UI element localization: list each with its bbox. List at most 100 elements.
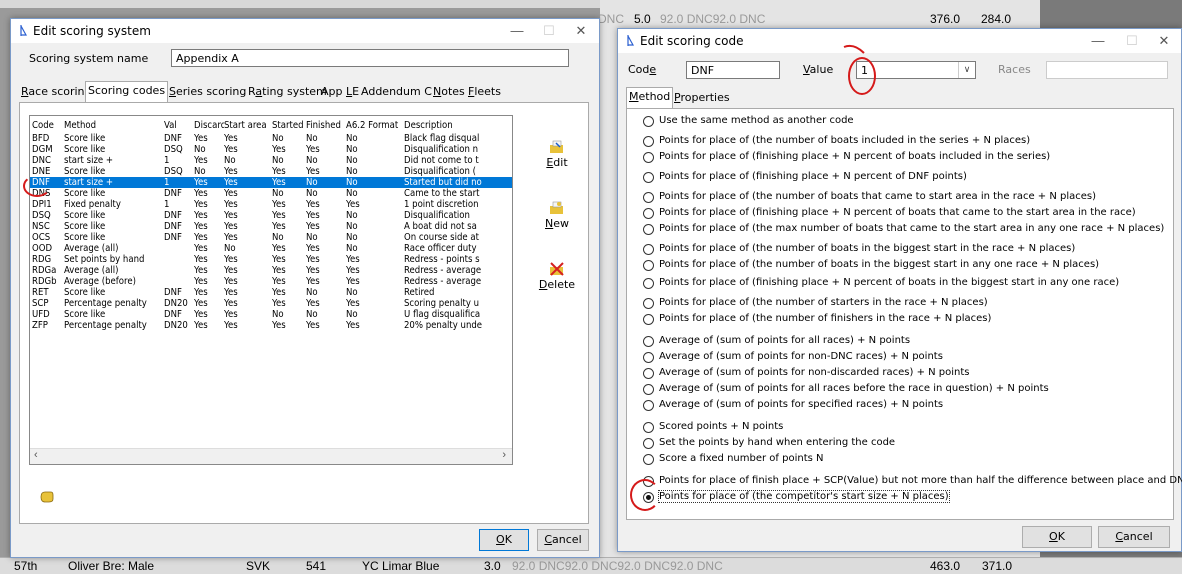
minimize-button[interactable]: — xyxy=(503,21,531,41)
tab-race-scoring[interactable]: Race scoring xyxy=(19,83,94,101)
table-cell: 1 xyxy=(164,155,170,166)
tab-method[interactable]: Method xyxy=(626,87,674,108)
radio-button[interactable] xyxy=(643,384,654,395)
table-row[interactable]: UFD Score like DNF Yes Yes No No No U flag disqu… xyxy=(30,309,512,320)
column-header[interactable]: A6.2 Format xyxy=(346,120,404,131)
table-cell: No xyxy=(194,166,206,177)
table-row[interactable]: OOD Average (all) Yes No Yes Yes No Race office… xyxy=(30,243,512,254)
table-row[interactable]: RET Score like DNF Yes Yes Yes No No Retired xyxy=(30,287,512,298)
background-top-values: DNC 5.0 92.0 DNC92.0 DNC 376.0 284.0 xyxy=(598,12,1182,28)
chevron-down-icon[interactable]: ∨ xyxy=(958,62,975,78)
table-row[interactable]: SCP Percentage penalty DN20 Yes Yes Yes Yes Yes… xyxy=(30,298,512,309)
table-row[interactable]: DPI1 Fixed penalty 1 Yes Yes Yes Yes Yes 1 point… xyxy=(30,199,512,210)
column-header[interactable]: Method xyxy=(64,120,164,131)
table-cell: Yes xyxy=(272,199,286,210)
edit-button[interactable]: Edit xyxy=(537,139,577,169)
radio-button[interactable] xyxy=(643,136,654,147)
table-row[interactable]: DNC start size + 1 Yes No No No No Did not come … xyxy=(30,155,512,166)
left-ok-button[interactable]: OK xyxy=(479,529,529,551)
column-header[interactable]: Description xyxy=(404,120,512,131)
tab-app-le[interactable]: App LE xyxy=(319,83,361,101)
delete-button[interactable]: Delete xyxy=(537,261,577,291)
radio-button[interactable] xyxy=(643,422,654,433)
table-row[interactable]: RDG Set points by hand Yes Yes Yes Yes Yes Redr… xyxy=(30,254,512,265)
table-row[interactable]: RDGa Average (all) Yes Yes Yes Yes Yes Redress … xyxy=(30,265,512,276)
radio-button[interactable] xyxy=(643,400,654,411)
right-ok-button[interactable]: OK xyxy=(1022,526,1092,548)
radio-button[interactable] xyxy=(643,260,654,271)
column-header[interactable]: Start area xyxy=(224,120,272,131)
left-cancel-button[interactable]: Cancel xyxy=(537,529,589,551)
maximize-button[interactable]: ☐ xyxy=(535,21,563,41)
scroll-left-icon[interactable]: ‹ xyxy=(34,449,38,461)
radio-button[interactable] xyxy=(643,314,654,325)
system-name-input[interactable]: Appendix A xyxy=(171,49,569,67)
right-cancel-button[interactable]: Cancel xyxy=(1098,526,1170,548)
table-row[interactable]: DNS Score like DNF Yes Yes No No No Came to the … xyxy=(30,188,512,199)
radio-button[interactable] xyxy=(643,224,654,235)
maximize-button[interactable]: ☐ xyxy=(1118,31,1146,51)
table-cell: Yes xyxy=(306,144,320,155)
table-cell: Scoring penalty u xyxy=(404,298,480,309)
table-cell: Yes xyxy=(224,177,238,188)
table-row[interactable]: ZFP Percentage penalty DN20 Yes Yes Yes Yes Yes… xyxy=(30,320,512,331)
radio-button[interactable] xyxy=(643,336,654,347)
radio-button[interactable] xyxy=(643,454,654,465)
horizontal-scrollbar[interactable]: ‹ › xyxy=(30,448,512,464)
table-row[interactable]: RDGb Average (before) Yes Yes Yes Yes Yes Redre… xyxy=(30,276,512,287)
table-cell: Yes xyxy=(272,276,286,287)
column-header[interactable]: Started xyxy=(272,120,306,131)
radio-button[interactable] xyxy=(643,244,654,255)
tab-addendum-c[interactable]: Addendum C xyxy=(359,83,434,101)
radio-button[interactable] xyxy=(643,116,654,127)
table-cell: Yes xyxy=(306,265,320,276)
close-button[interactable]: ✕ xyxy=(567,21,595,41)
table-row[interactable]: NSC Score like DNF Yes Yes Yes Yes No A boat did… xyxy=(30,221,512,232)
bg-net: 371.0 xyxy=(982,559,1013,573)
table-cell: RDG xyxy=(32,254,52,265)
tab-notes[interactable]: Notes xyxy=(431,83,467,101)
table-cell: A boat did not sa xyxy=(404,221,477,232)
radio-button[interactable] xyxy=(643,368,654,379)
sail-icon xyxy=(20,25,27,36)
value-label: Value xyxy=(803,63,834,76)
radio-button[interactable] xyxy=(643,352,654,363)
radio-button[interactable] xyxy=(643,172,654,183)
radio-button[interactable] xyxy=(643,152,654,163)
bg-val3: 376.0 xyxy=(930,12,961,26)
table-row[interactable]: DNF start size +1 Yes Yes Yes No No Started but… xyxy=(30,177,512,188)
table-row[interactable]: BFD Score like DNF Yes Yes No No No Black flag d… xyxy=(30,133,512,144)
table-row[interactable]: OCS Score like DNF Yes Yes No No No On course si… xyxy=(30,232,512,243)
new-button[interactable]: New xyxy=(537,200,577,230)
tab-scoring-codes[interactable]: Scoring codes xyxy=(85,81,169,102)
bg-total: 463.0 xyxy=(930,559,961,573)
close-button[interactable]: ✕ xyxy=(1150,31,1178,51)
table-row[interactable]: DNE Score like DSQ No Yes Yes Yes No Disqualific… xyxy=(30,166,512,177)
radio-button[interactable] xyxy=(643,208,654,219)
radio-button[interactable] xyxy=(643,192,654,203)
table-row[interactable]: DGM Score like DSQ No Yes Yes Yes No Disqualific… xyxy=(30,144,512,155)
scroll-right-icon[interactable]: › xyxy=(502,449,506,461)
column-header[interactable]: Val xyxy=(164,120,194,131)
minimize-button[interactable]: — xyxy=(1084,31,1112,51)
tab-fleets[interactable]: Fleets xyxy=(466,83,503,101)
radio-button[interactable] xyxy=(643,438,654,449)
scoring-codes-list[interactable]: Code Method Val Discard Start area Started Fin… xyxy=(29,115,513,465)
tab-properties[interactable]: Properties xyxy=(672,89,732,107)
method-option-label: Points for place of (the number of boats… xyxy=(659,243,1076,254)
column-header[interactable]: Finished xyxy=(306,120,346,131)
tab-rating-system[interactable]: Rating system xyxy=(246,83,329,101)
table-cell: Yes xyxy=(194,287,208,298)
table-cell: No xyxy=(346,155,358,166)
races-input[interactable] xyxy=(1046,61,1168,79)
column-header[interactable]: Code xyxy=(32,120,64,131)
column-header[interactable]: Discard xyxy=(194,120,224,131)
radio-button[interactable] xyxy=(643,278,654,289)
code-input[interactable]: DNF xyxy=(686,61,780,79)
table-cell: Score like xyxy=(64,287,106,298)
radio-button[interactable] xyxy=(643,298,654,309)
method-option-label: Average of (sum of points for non-DNC ra… xyxy=(659,351,943,362)
help-hand-icon[interactable] xyxy=(39,489,55,503)
table-row[interactable]: DSQ Score like DNF Yes Yes Yes Yes No Disqualifi… xyxy=(30,210,512,221)
tab-series-scoring[interactable]: Series scoring xyxy=(167,83,248,101)
